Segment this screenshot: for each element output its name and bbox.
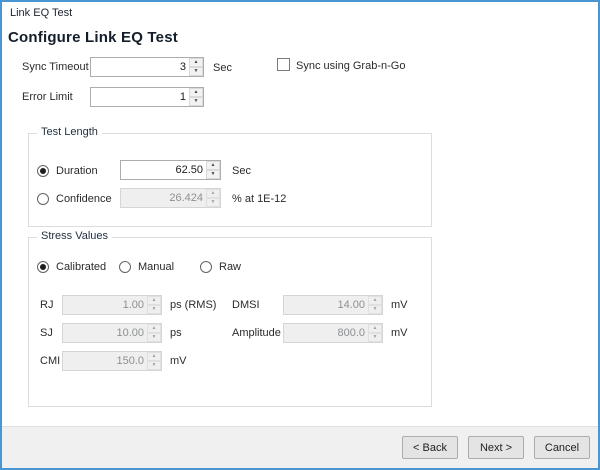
dmsi-label: DMSI (232, 299, 260, 311)
spinner-down-icon[interactable]: ▼ (189, 67, 203, 76)
stress-values-group-title: Stress Values (37, 230, 112, 242)
sync-timeout-unit: Sec (213, 62, 232, 74)
dmsi-unit: mV (391, 299, 408, 311)
spinner-buttons: ▲ ▼ (368, 324, 382, 342)
spinner-down-icon: ▼ (147, 333, 161, 342)
cmi-unit: mV (170, 355, 187, 367)
sj-label: SJ (40, 327, 53, 339)
spinner-up-icon[interactable]: ▲ (206, 161, 220, 170)
raw-radio-label[interactable]: Raw (219, 261, 241, 273)
window-title: Link EQ Test (10, 7, 72, 19)
spinner-down-icon[interactable]: ▼ (189, 97, 203, 106)
spinner-up-icon[interactable]: ▲ (189, 58, 203, 67)
manual-radio-label[interactable]: Manual (138, 261, 174, 273)
spinner-buttons: ▲ ▼ (368, 296, 382, 314)
confidence-radio-label[interactable]: Confidence (56, 193, 112, 205)
duration-value[interactable]: 62.50 (121, 161, 206, 179)
sync-timeout-value[interactable]: 3 (91, 58, 189, 76)
rj-spinner: 1.00 ▲ ▼ (62, 295, 162, 315)
spinner-buttons: ▲ ▼ (147, 296, 161, 314)
grab-n-go-label[interactable]: Sync using Grab-n-Go (296, 60, 405, 72)
page-title: Configure Link EQ Test (8, 29, 178, 46)
rj-label: RJ (40, 299, 53, 311)
raw-radio[interactable] (200, 261, 212, 273)
spinner-down-icon: ▼ (147, 305, 161, 314)
cmi-label: CMI (40, 355, 60, 367)
dmsi-spinner: 14.00 ▲ ▼ (283, 295, 383, 315)
amplitude-value: 800.0 (284, 324, 368, 342)
cmi-value: 150.0 (63, 352, 147, 370)
test-length-group-title: Test Length (37, 126, 102, 138)
test-length-group: Test Length (28, 133, 432, 227)
confidence-radio[interactable] (37, 193, 49, 205)
spinner-down-icon: ▼ (147, 361, 161, 370)
spinner-up-icon: ▲ (206, 189, 220, 198)
duration-radio-label[interactable]: Duration (56, 165, 98, 177)
spinner-up-icon: ▲ (147, 296, 161, 305)
amplitude-spinner: 800.0 ▲ ▼ (283, 323, 383, 343)
duration-radio[interactable] (37, 165, 49, 177)
dmsi-value: 14.00 (284, 296, 368, 314)
confidence-unit: % at 1E-12 (232, 193, 286, 205)
confidence-value: 26.424 (121, 189, 206, 207)
amplitude-label: Amplitude (232, 327, 281, 339)
spinner-down-icon: ▼ (368, 305, 382, 314)
cmi-spinner: 150.0 ▲ ▼ (62, 351, 162, 371)
back-button[interactable]: < Back (402, 436, 458, 459)
spinner-up-icon[interactable]: ▲ (189, 88, 203, 97)
spinner-up-icon: ▲ (368, 324, 382, 333)
spinner-up-icon: ▲ (368, 296, 382, 305)
rj-unit: ps (RMS) (170, 299, 216, 311)
grab-n-go-checkbox[interactable] (277, 58, 290, 71)
cancel-button[interactable]: Cancel (534, 436, 590, 459)
spinner-buttons: ▲ ▼ (189, 88, 203, 106)
amplitude-unit: mV (391, 327, 408, 339)
spinner-down-icon: ▼ (368, 333, 382, 342)
spinner-down-icon[interactable]: ▼ (206, 170, 220, 179)
spinner-buttons: ▲ ▼ (206, 189, 220, 207)
sync-timeout-spinner[interactable]: 3 ▲ ▼ (90, 57, 204, 77)
next-button[interactable]: Next > (468, 436, 524, 459)
calibrated-radio-label[interactable]: Calibrated (56, 261, 106, 273)
link-eq-test-dialog: Link EQ Test Configure Link EQ Test Sync… (0, 0, 600, 470)
sj-spinner: 10.00 ▲ ▼ (62, 323, 162, 343)
manual-radio[interactable] (119, 261, 131, 273)
sj-value: 10.00 (63, 324, 147, 342)
sync-timeout-label: Sync Timeout (22, 61, 89, 73)
footer-bar: < Back Next > Cancel (2, 426, 598, 468)
error-limit-value[interactable]: 1 (91, 88, 189, 106)
confidence-spinner: 26.424 ▲ ▼ (120, 188, 221, 208)
sj-unit: ps (170, 327, 182, 339)
error-limit-label: Error Limit (22, 91, 73, 103)
spinner-down-icon: ▼ (206, 198, 220, 207)
calibrated-radio[interactable] (37, 261, 49, 273)
rj-value: 1.00 (63, 296, 147, 314)
spinner-buttons: ▲ ▼ (147, 324, 161, 342)
duration-spinner[interactable]: 62.50 ▲ ▼ (120, 160, 221, 180)
spinner-buttons: ▲ ▼ (206, 161, 220, 179)
spinner-buttons: ▲ ▼ (189, 58, 203, 76)
duration-unit: Sec (232, 165, 251, 177)
spinner-buttons: ▲ ▼ (147, 352, 161, 370)
spinner-up-icon: ▲ (147, 352, 161, 361)
error-limit-spinner[interactable]: 1 ▲ ▼ (90, 87, 204, 107)
spinner-up-icon: ▲ (147, 324, 161, 333)
